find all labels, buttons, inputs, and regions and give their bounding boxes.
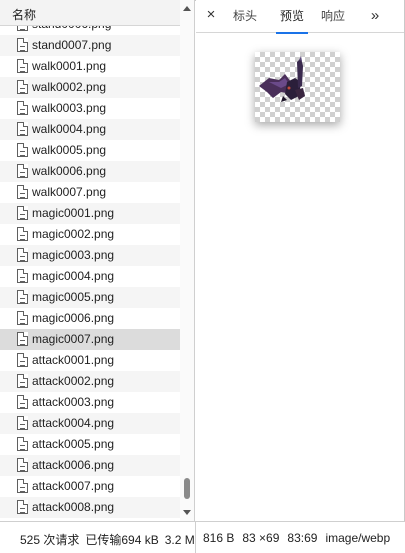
request-row[interactable]: attack0006.png [0, 455, 180, 476]
request-row[interactable]: attack0002.png [0, 371, 180, 392]
request-name: walk0002.png [32, 80, 107, 94]
request-name: stand0007.png [32, 38, 112, 52]
tab-preview[interactable]: 预览 [272, 0, 312, 34]
file-icon [17, 290, 28, 304]
request-row[interactable]: walk0006.png [0, 161, 180, 182]
request-name: attack0001.png [32, 353, 115, 367]
file-icon [17, 437, 28, 451]
request-row[interactable]: walk0003.png [0, 98, 180, 119]
request-name: attack0007.png [32, 479, 115, 493]
request-list: stand0006.pngstand0007.pngwalk0001.pngwa… [0, 14, 180, 518]
network-summary: 525 次请求 已传输694 kB 3.2 M [20, 531, 194, 548]
scroll-thumb[interactable] [184, 478, 190, 499]
file-icon [17, 458, 28, 472]
request-row[interactable]: walk0002.png [0, 77, 180, 98]
file-icon [17, 227, 28, 241]
request-row[interactable]: attack0008.png [0, 497, 180, 518]
request-name: walk0003.png [32, 101, 107, 115]
resources-size: 3.2 M [164, 533, 194, 547]
image-dimensions: 83 ×69 [242, 531, 280, 545]
file-icon [17, 269, 28, 283]
request-row[interactable]: walk0005.png [0, 140, 180, 161]
request-name: walk0001.png [32, 59, 107, 73]
image-preview [255, 52, 340, 122]
name-column-label: 名称 [12, 8, 37, 22]
request-name: attack0005.png [32, 437, 115, 451]
detail-tabbar: × 标头 预览 响应 » [196, 0, 404, 34]
request-name: walk0007.png [32, 185, 107, 199]
scroll-down-arrow-icon[interactable] [183, 510, 191, 515]
file-icon [17, 80, 28, 94]
request-list-pane: stand0006.pngstand0007.pngwalk0001.pngwa… [0, 0, 195, 521]
file-icon [17, 479, 28, 493]
request-row[interactable]: magic0004.png [0, 266, 180, 287]
request-list-scrollbar[interactable] [180, 0, 194, 521]
request-row[interactable]: magic0007.png [0, 329, 180, 350]
bat-sprite-image [259, 56, 305, 102]
file-icon [17, 248, 28, 262]
request-row[interactable]: attack0003.png [0, 392, 180, 413]
status-bar: 525 次请求 已传输694 kB 3.2 M 816 B 83 ×69 83:69 im… [0, 521, 405, 553]
request-name: magic0007.png [32, 332, 115, 346]
request-row[interactable]: magic0002.png [0, 224, 180, 245]
request-row[interactable]: attack0007.png [0, 476, 180, 497]
request-name: walk0004.png [32, 122, 107, 136]
request-name: magic0001.png [32, 206, 115, 220]
request-name: magic0002.png [32, 227, 115, 241]
request-name: attack0004.png [32, 416, 115, 430]
chevron-double-right-icon[interactable]: » [366, 0, 384, 33]
request-name: magic0004.png [32, 269, 115, 283]
file-icon [17, 38, 28, 52]
request-row[interactable]: walk0007.png [0, 182, 180, 203]
request-name: magic0003.png [32, 248, 115, 262]
request-name: attack0003.png [32, 395, 115, 409]
close-icon[interactable]: × [204, 7, 218, 23]
file-icon [17, 416, 28, 430]
request-name: magic0005.png [32, 290, 115, 304]
file-icon [17, 353, 28, 367]
scroll-up-arrow-icon[interactable] [183, 6, 191, 11]
name-column-header[interactable]: 名称 [0, 0, 180, 26]
file-icon [17, 332, 28, 346]
image-mime-type: image/webp [325, 531, 391, 545]
file-icon [17, 101, 28, 115]
request-name: attack0008.png [32, 500, 115, 514]
file-icon [17, 311, 28, 325]
request-name: walk0005.png [32, 143, 107, 157]
image-info: 816 B 83 ×69 83:69 image/webp [203, 531, 398, 545]
request-name: magic0006.png [32, 311, 115, 325]
file-icon [17, 395, 28, 409]
request-detail-pane: × 标头 预览 响应 » [196, 0, 404, 521]
tab-response[interactable]: 响应 [314, 0, 352, 33]
file-icon [17, 374, 28, 388]
file-icon [17, 185, 28, 199]
request-row[interactable]: attack0004.png [0, 413, 180, 434]
request-row[interactable]: magic0006.png [0, 308, 180, 329]
file-icon [17, 500, 28, 514]
request-row[interactable]: attack0001.png [0, 350, 180, 371]
image-file-size: 816 B [203, 531, 235, 545]
file-icon [17, 164, 28, 178]
request-row[interactable]: magic0001.png [0, 203, 180, 224]
request-row[interactable]: walk0001.png [0, 56, 180, 77]
request-row[interactable]: walk0004.png [0, 119, 180, 140]
request-count: 525 次请求 [20, 533, 80, 547]
request-name: attack0002.png [32, 374, 115, 388]
tab-headers[interactable]: 标头 [226, 0, 264, 33]
request-name: walk0006.png [32, 164, 107, 178]
status-divider [195, 522, 196, 553]
request-row[interactable]: magic0003.png [0, 245, 180, 266]
request-row[interactable]: magic0005.png [0, 287, 180, 308]
file-icon [17, 59, 28, 73]
file-icon [17, 122, 28, 136]
transferred-size: 已传输694 kB [85, 533, 159, 547]
request-name: attack0006.png [32, 458, 115, 472]
request-row[interactable]: attack0005.png [0, 434, 180, 455]
image-aspect-ratio: 83:69 [287, 531, 318, 545]
file-icon [17, 206, 28, 220]
request-row[interactable]: stand0007.png [0, 35, 180, 56]
file-icon [17, 143, 28, 157]
